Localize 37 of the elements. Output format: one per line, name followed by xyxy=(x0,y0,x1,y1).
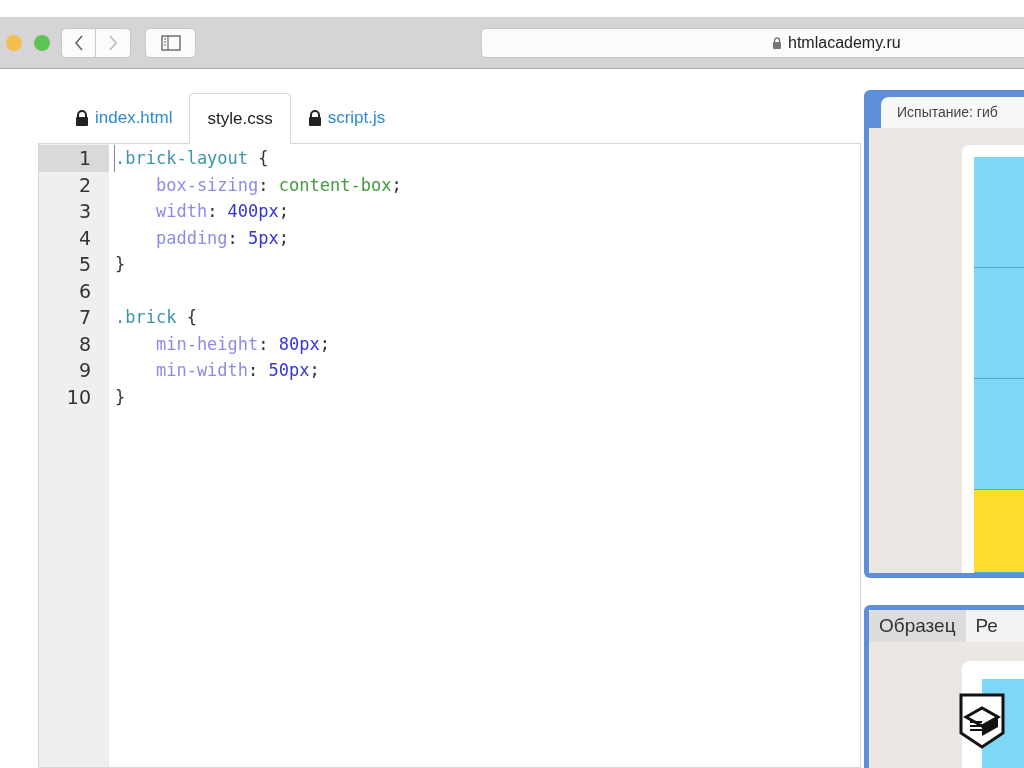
line-number: 9 xyxy=(77,358,92,383)
file-tab[interactable]: index.html xyxy=(58,92,190,143)
chevron-right-icon xyxy=(108,34,118,51)
line-number: 5 xyxy=(77,252,92,277)
line-number: 10 xyxy=(65,384,92,410)
address-bar[interactable]: htmlacademy.ru xyxy=(481,27,1024,58)
code-line: min-height: 80px; xyxy=(154,332,330,356)
code-line: padding: 5px; xyxy=(154,226,290,250)
preview-tab[interactable]: Испытание: гиб xyxy=(881,97,1024,128)
code-editor[interactable]: 1 2 3 4 5 6 7 8 9 10 .brick-layout { box-sizing: content-box; width: 400px; padding: 5px; } .brick { min-height: 80px; min-width: 50px; } xyxy=(38,143,861,768)
code-line: width: 400px; xyxy=(154,200,290,223)
line-number: 4 xyxy=(77,225,92,251)
code-line: .brick { xyxy=(115,306,197,329)
line-number: 1 xyxy=(39,145,109,172)
lock-icon xyxy=(772,36,782,49)
code-line: } xyxy=(115,385,126,409)
lock-icon xyxy=(75,109,89,126)
line-number: 6 xyxy=(77,278,92,304)
forward-button[interactable] xyxy=(96,27,131,58)
code-line: } xyxy=(115,253,126,276)
line-number: 2 xyxy=(77,172,92,198)
code-line: .brick-layout { xyxy=(115,147,269,170)
sidebar-icon xyxy=(160,34,181,51)
preview-title: Испытание: гиб xyxy=(897,103,998,122)
line-number: 3 xyxy=(77,199,92,224)
line-number: 8 xyxy=(77,331,92,357)
compare-tab[interactable]: Образец xyxy=(869,610,966,642)
sidebar-button[interactable] xyxy=(145,27,196,58)
code-line: min-width: 50px; xyxy=(154,359,320,382)
address-text: htmlacademy.ru xyxy=(788,32,901,53)
lock-icon xyxy=(307,109,322,126)
file-tab[interactable]: style.css xyxy=(189,93,291,144)
back-button[interactable] xyxy=(61,27,96,58)
file-tab[interactable]: script.js xyxy=(290,92,403,143)
code-line: box-sizing: content-box; xyxy=(154,173,402,197)
chevron-left-icon xyxy=(73,34,84,51)
line-number: 7 xyxy=(77,305,92,330)
